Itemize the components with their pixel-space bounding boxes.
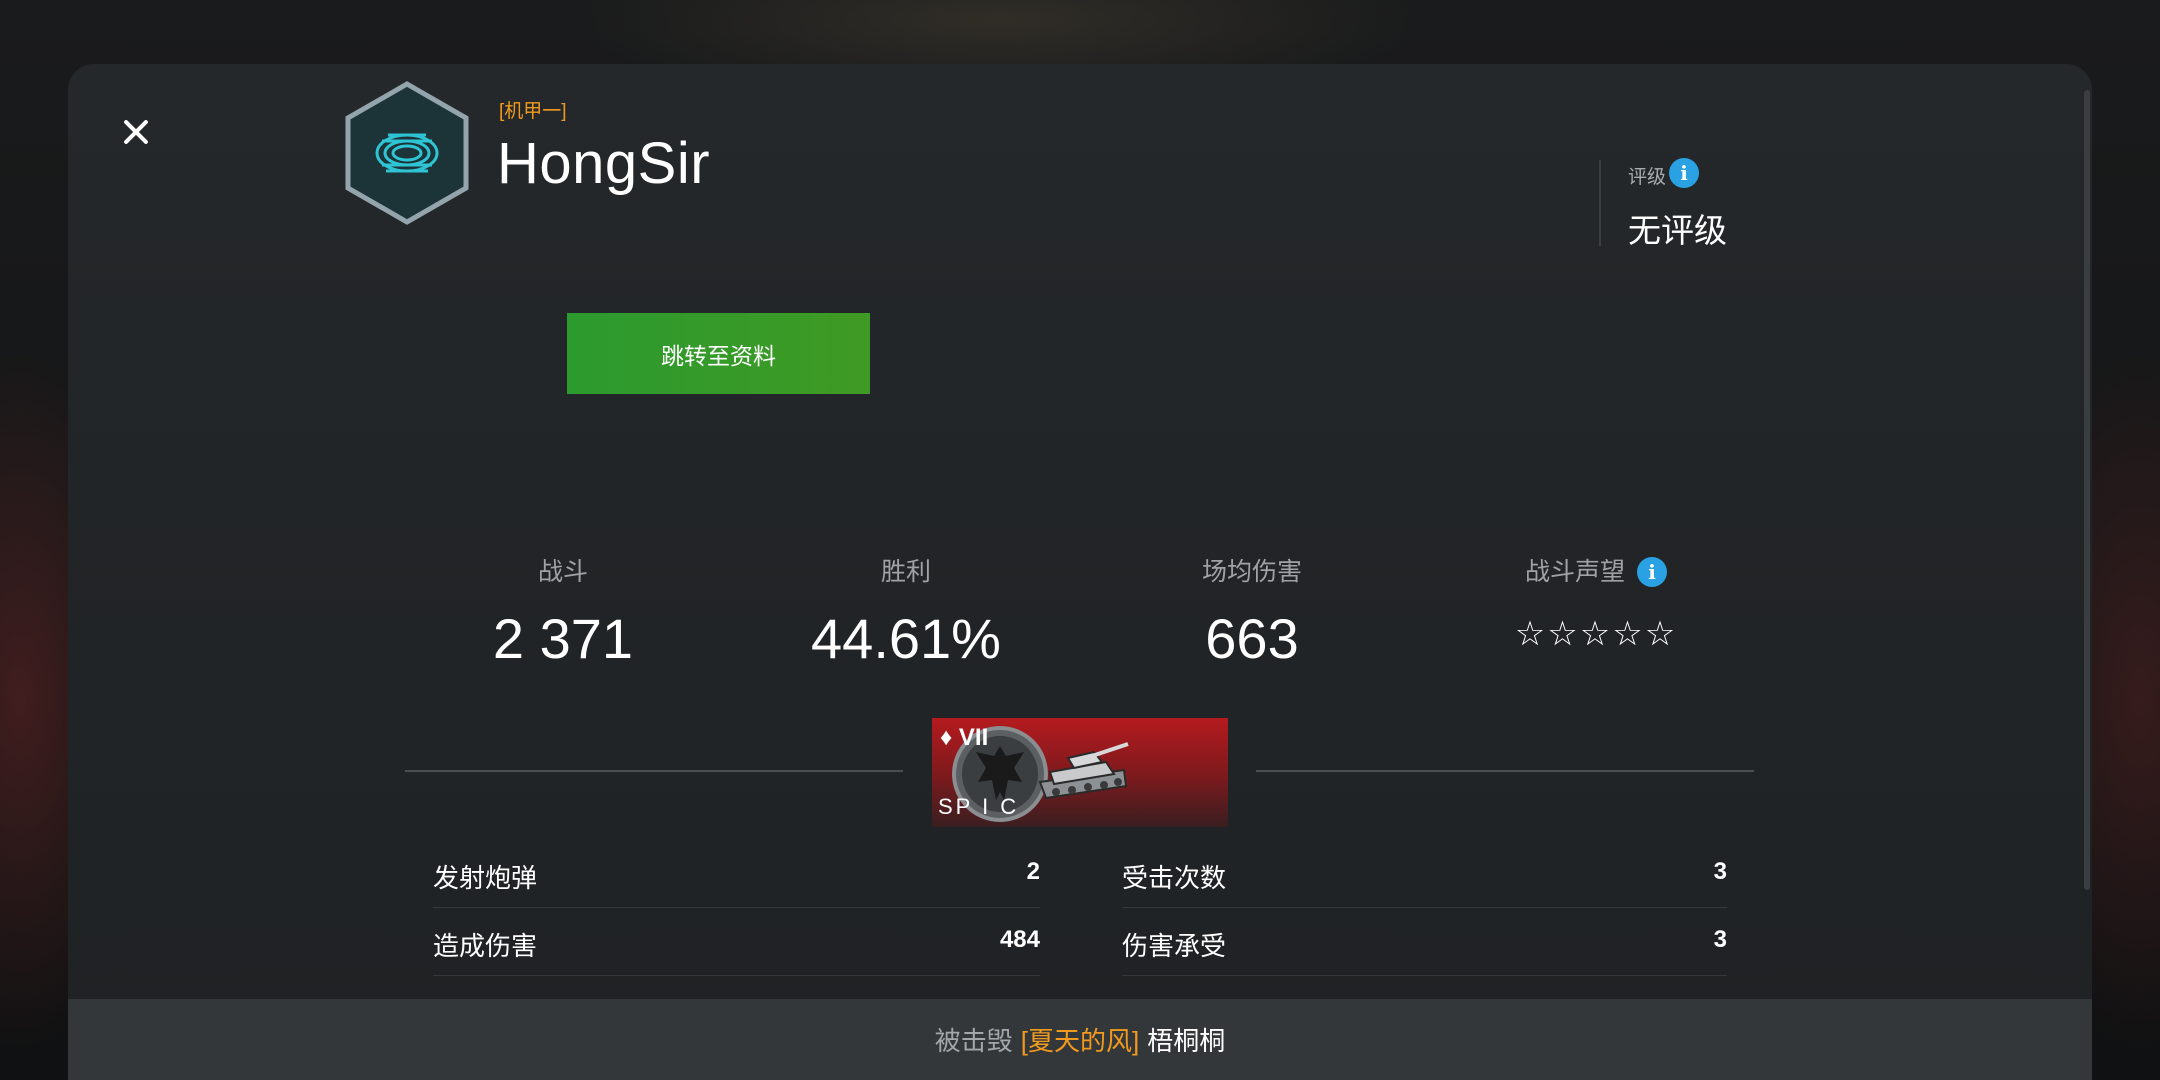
stat-label: 场均伤害 — [1201, 558, 1302, 586]
rating-value: 无评级 — [1628, 212, 1727, 249]
clan-tag: [机甲一] — [499, 101, 567, 122]
killer-name[interactable]: 梧桐桐 — [1147, 1021, 1225, 1058]
tank-icon — [1038, 742, 1129, 800]
stat-reputation: 战斗声望 i ☆☆☆☆☆ — [1446, 554, 1746, 654]
stat-avg-damage: 场均伤害 663 — [1102, 554, 1402, 672]
killer-clan-tag: [夏天的风] — [1020, 1026, 1140, 1056]
row-label: 伤害承受 — [1122, 931, 1227, 961]
stat-value: 2 371 — [492, 607, 634, 670]
stat-wins: 胜利 44.61% — [756, 554, 1056, 672]
row-label: 发射炮弹 — [433, 863, 538, 893]
scrollbar[interactable] — [2084, 90, 2090, 890]
stat-value: 44.61% — [811, 607, 1001, 670]
stat-label: 胜利 — [880, 558, 931, 586]
player-name: HongSir — [497, 131, 711, 196]
divider-right — [1256, 770, 1754, 772]
row-value: 484 — [999, 926, 1040, 953]
close-icon[interactable] — [118, 114, 154, 150]
rating-label: 评级 — [1628, 167, 1667, 188]
reputation-stars: ☆☆☆☆☆ — [1514, 615, 1678, 653]
tank-tier: ♦ VII — [940, 724, 989, 751]
row-value: 2 — [1026, 858, 1040, 885]
tank-card: ♦ VII SP I C — [932, 718, 1228, 827]
stat-value: 663 — [1205, 607, 1299, 670]
stat-label: 战斗 — [537, 558, 588, 586]
tank-name: SP I C — [938, 794, 1020, 819]
go-to-profile-button[interactable]: 跳转至资料 — [567, 313, 870, 394]
detail-row-hits-received: 受击次数 3 — [1122, 840, 1727, 908]
destroyed-by-footer: 被击毁 [夏天的风] 梧桐桐 — [68, 999, 2092, 1080]
detail-row-shots: 发射炮弹 2 — [433, 840, 1040, 908]
row-value: 3 — [1713, 858, 1727, 885]
clan-emblem-icon — [345, 81, 469, 225]
stat-battles: 战斗 2 371 — [413, 554, 713, 672]
divider-left — [405, 770, 903, 772]
detail-row-damage-received: 伤害承受 3 — [1122, 908, 1727, 976]
info-icon[interactable]: i — [1637, 557, 1667, 587]
destroyed-by-label: 被击毁 — [934, 1026, 1013, 1056]
detail-row-damage-dealt: 造成伤害 484 — [433, 908, 1040, 976]
stat-label-row: 战斗声望 i — [1446, 554, 1746, 590]
stat-label: 战斗声望 — [1524, 558, 1625, 586]
info-icon[interactable]: i — [1669, 158, 1699, 188]
row-label: 受击次数 — [1122, 863, 1227, 893]
row-label: 造成伤害 — [433, 931, 538, 961]
rating-divider — [1599, 160, 1601, 246]
row-value: 3 — [1713, 926, 1727, 953]
